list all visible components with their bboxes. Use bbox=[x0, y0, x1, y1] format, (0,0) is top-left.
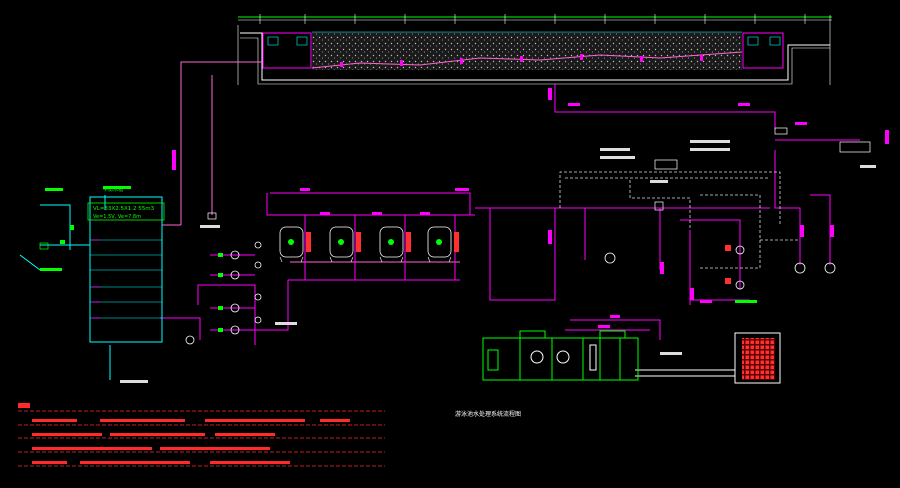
pool-basin-icon bbox=[237, 14, 832, 85]
notes-block bbox=[18, 403, 385, 467]
air-heat-pump-icon bbox=[734, 332, 781, 384]
valve-icon bbox=[60, 225, 731, 332]
schematic-svg: VL=33X2.5X1.2 55m3 Ve=1.5V, Ve=7.8m 平衡水箱… bbox=[18, 14, 889, 467]
drawing-title: 游泳池水处理系统流程图 bbox=[455, 410, 521, 418]
pipe-network bbox=[19, 61, 860, 380]
pump-icon bbox=[185, 241, 836, 345]
tank-spec-line-1: VL=33X2.5X1.2 55m3 bbox=[93, 206, 155, 212]
tank-title: 平衡水箱 bbox=[103, 186, 123, 193]
sand-filter-icon bbox=[279, 226, 459, 263]
cad-drawing-canvas: VL=33X2.5X1.2 55m3 Ve=1.5V, Ve=7.8m 平衡水箱… bbox=[0, 0, 900, 488]
tank-spec-line-2: Ve=1.5V, Ve=7.8m bbox=[93, 214, 141, 220]
heat-exchanger-icon bbox=[482, 330, 639, 381]
